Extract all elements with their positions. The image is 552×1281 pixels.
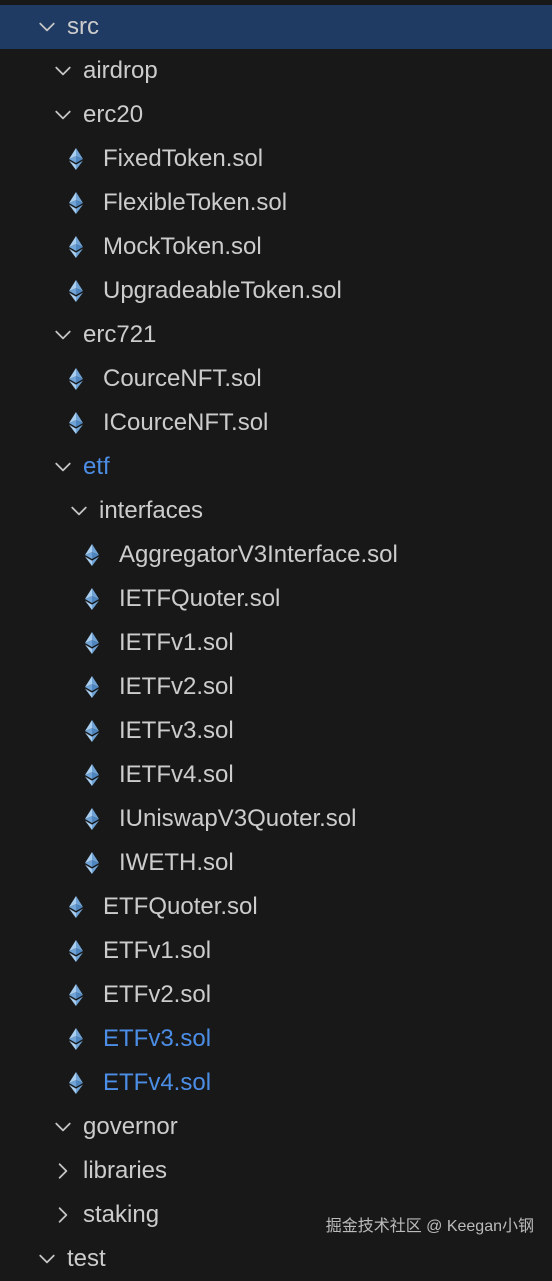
ethereum-solidity-icon — [82, 718, 102, 744]
folder-item-test[interactable]: test — [0, 1237, 552, 1281]
ethereum-solidity-icon — [66, 410, 86, 436]
tree-item-label: IETFv1.sol — [119, 629, 234, 656]
ethereum-solidity-icon — [82, 586, 102, 612]
tree-item-label: ETFQuoter.sol — [103, 893, 258, 920]
file-item-iuniswapv3quoter-sol[interactable]: IUniswapV3Quoter.sol — [0, 797, 552, 841]
tree-item-label: erc20 — [83, 101, 144, 128]
folder-item-erc20[interactable]: erc20 — [0, 93, 552, 137]
file-item-mocktoken-sol[interactable]: MockToken.sol — [0, 225, 552, 269]
tree-item-label: ICourceNFT.sol — [103, 409, 269, 436]
chevron-down-icon[interactable] — [50, 322, 76, 348]
chevron-down-icon[interactable] — [50, 58, 76, 84]
chevron-down-icon[interactable] — [50, 102, 76, 128]
file-item-etfv2-sol[interactable]: ETFv2.sol — [0, 973, 552, 1017]
ethereum-solidity-icon — [82, 542, 102, 568]
file-item-etfv1-sol[interactable]: ETFv1.sol — [0, 929, 552, 973]
ethereum-solidity-icon — [66, 278, 86, 304]
tree-item-label: IETFQuoter.sol — [119, 585, 281, 612]
tree-item-label: libraries — [83, 1157, 168, 1184]
tree-item-label: airdrop — [83, 57, 158, 84]
tree-item-label: erc721 — [83, 321, 157, 348]
chevron-down-icon[interactable] — [34, 14, 60, 40]
tree-item-label: staking — [83, 1201, 160, 1228]
ethereum-solidity-icon — [66, 982, 86, 1008]
ethereum-solidity-icon — [82, 850, 102, 876]
tree-item-label: IETFv3.sol — [119, 717, 234, 744]
tree-item-label: interfaces — [99, 497, 204, 524]
ethereum-solidity-icon — [66, 366, 86, 392]
tree-item-label: ETFv4.sol — [103, 1069, 212, 1096]
file-item-iweth-sol[interactable]: IWETH.sol — [0, 841, 552, 885]
tree-item-label: FixedToken.sol — [103, 145, 264, 172]
file-item-courcenft-sol[interactable]: CourceNFT.sol — [0, 357, 552, 401]
folder-item-interfaces[interactable]: interfaces — [0, 489, 552, 533]
file-item-etfquoter-sol[interactable]: ETFQuoter.sol — [0, 885, 552, 929]
tree-item-label: ETFv3.sol — [103, 1025, 212, 1052]
ethereum-solidity-icon — [66, 1070, 86, 1096]
ethereum-solidity-icon — [82, 762, 102, 788]
file-item-ietfv3-sol[interactable]: IETFv3.sol — [0, 709, 552, 753]
tree-item-label: etf — [83, 453, 110, 480]
folder-item-libraries[interactable]: libraries — [0, 1149, 552, 1193]
ethereum-solidity-icon — [82, 630, 102, 656]
ethereum-solidity-icon — [82, 674, 102, 700]
chevron-right-icon[interactable] — [50, 1202, 76, 1228]
file-item-fixedtoken-sol[interactable]: FixedToken.sol — [0, 137, 552, 181]
tree-item-label: test — [67, 1245, 106, 1272]
tree-item-label: ETFv2.sol — [103, 981, 212, 1008]
tree-item-label: IUniswapV3Quoter.sol — [119, 805, 357, 832]
tree-item-label: CourceNFT.sol — [103, 365, 262, 392]
tree-item-label: IWETH.sol — [119, 849, 234, 876]
tree-item-label: AggregatorV3Interface.sol — [119, 541, 398, 568]
tree-item-label: governor — [83, 1113, 178, 1140]
watermark-text: 掘金技术社区 @ Keegan小钢 — [325, 1218, 534, 1235]
chevron-right-icon[interactable] — [50, 1158, 76, 1184]
chevron-down-icon[interactable] — [50, 454, 76, 480]
file-item-upgradeabletoken-sol[interactable]: UpgradeableToken.sol — [0, 269, 552, 313]
ethereum-solidity-icon — [66, 146, 86, 172]
file-item-ietfv2-sol[interactable]: IETFv2.sol — [0, 665, 552, 709]
tree-item-label: IETFv2.sol — [119, 673, 234, 700]
file-item-aggregatorv3interface-sol[interactable]: AggregatorV3Interface.sol — [0, 533, 552, 577]
ethereum-solidity-icon — [82, 806, 102, 832]
file-item-icourcenft-sol[interactable]: ICourceNFT.sol — [0, 401, 552, 445]
file-item-etfv3-sol[interactable]: ETFv3.sol — [0, 1017, 552, 1061]
file-item-ietfv1-sol[interactable]: IETFv1.sol — [0, 621, 552, 665]
file-item-ietfquoter-sol[interactable]: IETFQuoter.sol — [0, 577, 552, 621]
file-item-ietfv4-sol[interactable]: IETFv4.sol — [0, 753, 552, 797]
folder-item-etf[interactable]: etf — [0, 445, 552, 489]
tree-item-label: UpgradeableToken.sol — [103, 277, 342, 304]
folder-item-src[interactable]: src — [0, 5, 552, 49]
ethereum-solidity-icon — [66, 938, 86, 964]
chevron-down-icon[interactable] — [66, 498, 92, 524]
ethereum-solidity-icon — [66, 234, 86, 260]
file-item-flexibletoken-sol[interactable]: FlexibleToken.sol — [0, 181, 552, 225]
tree-item-label: IETFv4.sol — [119, 761, 234, 788]
folder-item-governor[interactable]: governor — [0, 1105, 552, 1149]
chevron-down-icon[interactable] — [34, 1246, 60, 1272]
tree-item-label: ETFv1.sol — [103, 937, 212, 964]
folder-item-airdrop[interactable]: airdrop — [0, 49, 552, 93]
tree-item-label: MockToken.sol — [103, 233, 262, 260]
tree-item-label: src — [67, 13, 99, 40]
folder-item-erc721[interactable]: erc721 — [0, 313, 552, 357]
ethereum-solidity-icon — [66, 190, 86, 216]
tree-item-label: FlexibleToken.sol — [103, 189, 288, 216]
ethereum-solidity-icon — [66, 894, 86, 920]
chevron-down-icon[interactable] — [50, 1114, 76, 1140]
file-item-etfv4-sol[interactable]: ETFv4.sol — [0, 1061, 552, 1105]
ethereum-solidity-icon — [66, 1026, 86, 1052]
